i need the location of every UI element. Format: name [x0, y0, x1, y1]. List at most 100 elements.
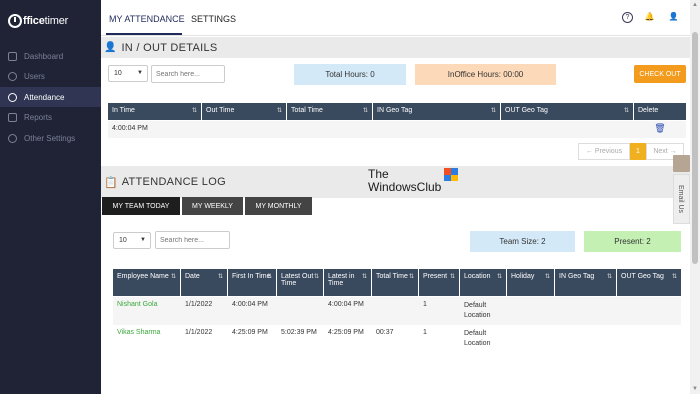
tab-my-attendance[interactable]: MY ATTENDANCE: [109, 14, 185, 24]
column-header-latest-out-time[interactable]: Latest Out Time ⇅: [277, 269, 324, 296]
sort-icon[interactable]: ⇅: [277, 107, 282, 114]
cell-latest-in: 4:00:04 PM: [328, 301, 364, 308]
column-header-total-time[interactable]: Total Time ⇅: [372, 269, 419, 296]
scroll-down-icon[interactable]: ▼: [691, 386, 699, 392]
cell-latest-out: [277, 297, 324, 325]
column-header-holiday[interactable]: Holiday ⇅: [507, 269, 555, 296]
sidebar-item-dashboard[interactable]: Dashboard: [0, 46, 101, 66]
sort-icon[interactable]: ⇅: [171, 273, 176, 280]
email-us-tab[interactable]: Email Us: [673, 174, 690, 224]
cell-total-time: [372, 297, 419, 325]
cell-out-geo: [501, 121, 634, 138]
tab-my-monthly[interactable]: MY MONTHLY: [245, 197, 312, 215]
cell-holiday: [507, 297, 555, 325]
column-header-latest-in-time[interactable]: Latest in Time ⇅: [324, 269, 372, 296]
column-header-delete: Delete: [634, 103, 686, 120]
trash-icon[interactable]: 🗑: [634, 121, 686, 138]
top-bar: MY ATTENDANCE SETTINGS ? 🔔 👤: [101, 0, 690, 36]
check-out-button[interactable]: CHECK OUT: [634, 65, 686, 83]
log-search-input[interactable]: [155, 231, 230, 249]
log-title: ATTENDANCE LOG: [121, 176, 226, 188]
sort-icon[interactable]: ⇅: [192, 107, 197, 114]
column-label: Out Time: [206, 107, 235, 114]
avatar[interactable]: [673, 155, 690, 172]
cell-total-time: 00:37: [376, 329, 394, 336]
sort-icon[interactable]: ⇅: [218, 273, 223, 280]
employee-name-link[interactable]: Vikas Sharma: [113, 325, 181, 353]
sort-icon[interactable]: ⇅: [267, 273, 272, 280]
sidebar-item-attendance[interactable]: Attendance: [0, 87, 101, 107]
inout-search-input[interactable]: [151, 65, 225, 83]
column-header-total-time[interactable]: Total Time ⇅: [287, 103, 373, 120]
column-header-employee-name[interactable]: Employee Name ⇅: [113, 269, 181, 296]
cell-present: 1: [423, 301, 427, 308]
sort-icon[interactable]: ⇅: [363, 107, 368, 114]
sort-icon[interactable]: ⇅: [545, 273, 550, 280]
column-label: Date: [185, 273, 200, 280]
user-clock-icon: 👤: [104, 42, 117, 53]
sidebar-item-reports[interactable]: Reports: [0, 107, 101, 127]
sort-icon[interactable]: ⇅: [497, 273, 502, 280]
tab-my-team-today[interactable]: MY TEAM TODAY: [102, 197, 180, 215]
email-us-label: Email Us: [677, 185, 684, 214]
chevron-down-icon: ▼: [137, 70, 143, 76]
entries-value: 10: [119, 237, 127, 244]
tab-my-weekly[interactable]: MY WEEKLY: [182, 197, 243, 215]
sort-icon[interactable]: ⇅: [607, 273, 612, 280]
column-header-in-time[interactable]: In Time ⇅: [108, 103, 202, 120]
sidebar-item-other-settings[interactable]: Other Settings: [0, 128, 101, 148]
users-icon: [8, 71, 17, 81]
column-header-first-in-time[interactable]: First In Time ⇅: [228, 269, 277, 296]
bell-icon[interactable]: 🔔: [644, 12, 655, 23]
column-header-out-geo-tag[interactable]: OUT Geo Tag ⇅: [617, 269, 681, 296]
inout-entries-select[interactable]: 10 ▼: [108, 65, 148, 82]
sort-icon[interactable]: ⇅: [624, 107, 629, 114]
column-label: OUT Geo Tag: [505, 107, 548, 114]
inout-section-header: 👤 IN / OUT DETAILS: [101, 37, 690, 58]
cell-first-in: 4:25:09 PM: [232, 329, 268, 336]
gear-icon: [8, 133, 17, 143]
log-entries-select[interactable]: 10 ▼: [113, 232, 151, 249]
sort-icon[interactable]: ⇅: [409, 273, 414, 280]
logo-text-bold: ffice: [23, 15, 45, 27]
inoffice-hours-badge: InOffice Hours: 00:00: [415, 64, 556, 85]
page-1-button[interactable]: 1: [630, 143, 646, 160]
column-header-present[interactable]: Present ⇅: [419, 269, 460, 296]
employee-name-link[interactable]: Nishant Gola: [113, 297, 181, 325]
sidebar-item-label: Other Settings: [24, 133, 76, 143]
table-row: Nishant Gola 1/1/2022 4:00:04 PM 4:00:04…: [113, 297, 681, 325]
app-logo[interactable]: ffice timer: [8, 12, 68, 30]
user-icon[interactable]: 👤: [668, 12, 679, 23]
help-icon[interactable]: ?: [622, 12, 633, 23]
tab-settings[interactable]: SETTINGS: [191, 14, 236, 24]
column-header-date[interactable]: Date ⇅: [181, 269, 228, 296]
previous-page-button[interactable]: ← Previous: [578, 143, 630, 160]
cell-date: 1/1/2022: [185, 329, 213, 336]
column-header-in-geo-tag[interactable]: IN Geo Tag ⇅: [555, 269, 617, 296]
scroll-up-icon[interactable]: ▲: [691, 2, 699, 8]
column-header-location[interactable]: Location ⇅: [460, 269, 507, 296]
reports-icon: [8, 112, 17, 122]
table-row: 4:00:04 PM 🗑: [108, 121, 686, 138]
logo-icon: [8, 14, 22, 28]
windowsclub-logo-icon: [444, 168, 458, 181]
sort-icon[interactable]: ⇅: [491, 107, 496, 114]
sort-icon[interactable]: ⇅: [362, 273, 367, 280]
sort-icon[interactable]: ⇅: [450, 273, 455, 280]
attendance-icon: [8, 92, 17, 102]
column-header-in-geo-tag[interactable]: IN Geo Tag ⇅: [373, 103, 501, 120]
present-badge: Present: 2: [584, 231, 681, 252]
watermark-line-2: WindowsClub: [368, 180, 442, 194]
column-header-out-geo-tag[interactable]: OUT Geo Tag ⇅: [501, 103, 634, 120]
column-label: IN Geo Tag: [377, 107, 413, 114]
column-label: Latest Out Time: [281, 273, 314, 287]
sort-icon[interactable]: ⇅: [672, 273, 677, 280]
sort-icon[interactable]: ⇅: [314, 273, 319, 280]
chevron-down-icon: ▼: [140, 237, 146, 243]
column-header-out-time[interactable]: Out Time ⇅: [202, 103, 287, 120]
cell-latest-out: 5:02:39 PM: [281, 329, 317, 336]
cell-date: 1/1/2022: [185, 301, 213, 308]
cell-total-time: [287, 121, 373, 138]
sidebar-item-users[interactable]: Users: [0, 66, 101, 86]
scrollbar-thumb[interactable]: [692, 32, 698, 264]
